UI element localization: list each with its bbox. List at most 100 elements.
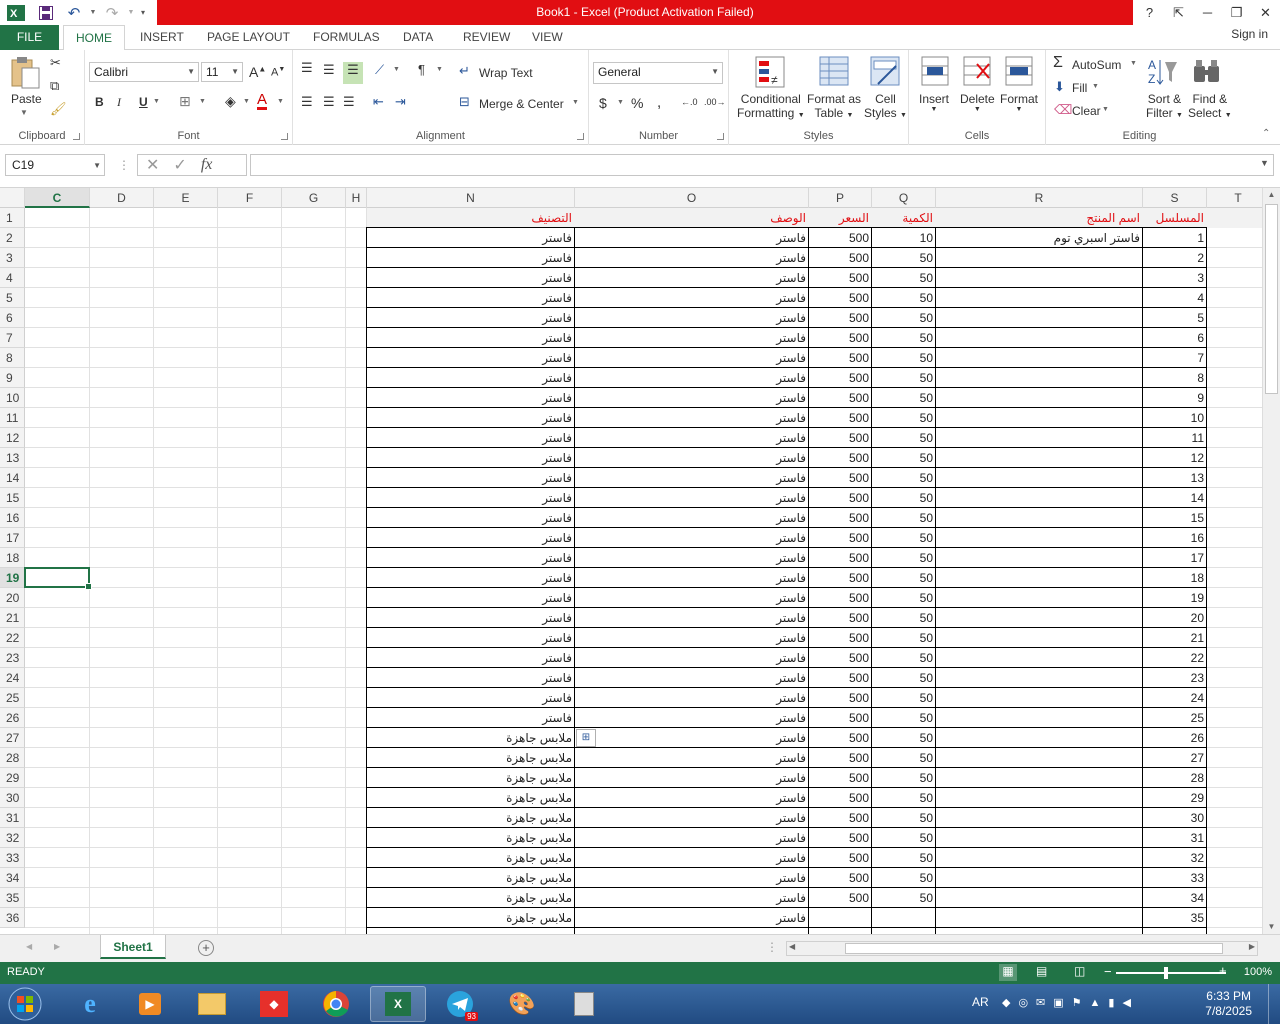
tab-insert[interactable]: INSERT	[140, 25, 184, 50]
save-icon[interactable]	[32, 0, 60, 25]
quantity-cell[interactable]: 50	[872, 248, 935, 268]
increase-decimal-icon[interactable]: ←.0	[681, 97, 698, 107]
fill-dropdown-icon[interactable]: ▼	[1092, 83, 1099, 90]
serial-cell[interactable]: 18	[1143, 568, 1206, 588]
serial-cell[interactable]: 30	[1143, 808, 1206, 828]
font-name-select[interactable]: Calibri ▼	[89, 62, 199, 82]
description-cell[interactable]: فاستر	[575, 408, 808, 428]
description-cell[interactable]: فاستر	[575, 448, 808, 468]
price-cell[interactable]: 500	[809, 348, 871, 368]
price-cell[interactable]: 500	[809, 448, 871, 468]
table-header-cell[interactable]: اسم المنتج	[936, 208, 1142, 228]
price-cell[interactable]: 500	[809, 748, 871, 768]
description-cell[interactable]: فاستر	[575, 368, 808, 388]
italic-button[interactable]: I	[117, 95, 121, 110]
description-cell[interactable]: فاستر	[575, 228, 808, 248]
taskbar-explorer[interactable]	[184, 986, 240, 1022]
row-header[interactable]: 17	[0, 528, 25, 548]
zoom-slider-handle[interactable]	[1164, 967, 1168, 979]
format-as-table-button[interactable]: Format as Table ▼	[807, 92, 861, 120]
autosum-dropdown-icon[interactable]: ▼	[1130, 60, 1137, 67]
row-header[interactable]: 14	[0, 468, 25, 488]
description-cell[interactable]: فاستر	[575, 568, 808, 588]
category-cell[interactable]: فاستر	[367, 328, 574, 348]
description-cell[interactable]: فاستر	[575, 508, 808, 528]
cancel-entry-icon[interactable]: ✕	[146, 155, 159, 175]
cell-styles-button[interactable]: Cell Styles ▼	[864, 92, 907, 120]
description-cell[interactable]: فاستر	[575, 728, 808, 748]
category-cell[interactable]: فاستر	[367, 308, 574, 328]
category-cell[interactable]: فاستر	[367, 668, 574, 688]
tab-data[interactable]: DATA	[403, 25, 433, 50]
find-select-button[interactable]: Find & Select ▼	[1188, 92, 1232, 120]
price-cell[interactable]: 500	[809, 888, 871, 908]
row-header[interactable]: 1	[0, 208, 25, 228]
price-cell[interactable]: 500	[809, 848, 871, 868]
price-cell[interactable]: 500	[809, 808, 871, 828]
column-header-n[interactable]: N	[367, 188, 575, 208]
row-header[interactable]: 36	[0, 908, 25, 928]
row-header[interactable]: 21	[0, 608, 25, 628]
price-cell[interactable]: 500	[809, 228, 871, 248]
category-cell[interactable]: ملابس جاهزة	[367, 808, 574, 828]
comma-button[interactable]: ,	[657, 94, 661, 111]
category-cell[interactable]: فاستر	[367, 228, 574, 248]
close-button[interactable]: ✕	[1251, 0, 1280, 25]
column-header-q[interactable]: Q	[872, 188, 936, 208]
align-middle-icon[interactable]: ☰	[323, 62, 335, 78]
orientation-dropdown-icon[interactable]: ▼	[393, 66, 400, 73]
category-cell[interactable]: ملابس جاهزة	[367, 768, 574, 788]
serial-cell[interactable]: 9	[1143, 388, 1206, 408]
tab-split-grip-icon[interactable]: ⋮	[766, 940, 778, 954]
category-cell[interactable]: فاستر	[367, 248, 574, 268]
row-header[interactable]: 4	[0, 268, 25, 288]
quantity-cell[interactable]: 50	[872, 588, 935, 608]
row-header[interactable]: 3	[0, 248, 25, 268]
row-header[interactable]: 19	[0, 568, 25, 588]
price-cell[interactable]: 500	[809, 408, 871, 428]
description-cell[interactable]: فاستر	[575, 388, 808, 408]
category-cell[interactable]: ملابس جاهزة	[367, 888, 574, 908]
minimize-button[interactable]: ─	[1193, 0, 1222, 25]
row-header[interactable]: 16	[0, 508, 25, 528]
vertical-scrollbar[interactable]: ▲ ▼	[1262, 188, 1280, 934]
serial-cell[interactable]: 32	[1143, 848, 1206, 868]
quantity-cell[interactable]: 50	[872, 488, 935, 508]
row-header[interactable]: 7	[0, 328, 25, 348]
serial-cell[interactable]: 21	[1143, 628, 1206, 648]
redo-icon[interactable]: ↷	[98, 0, 126, 25]
serial-cell[interactable]: 6	[1143, 328, 1206, 348]
serial-cell[interactable]: 1	[1143, 228, 1206, 248]
orientation-icon[interactable]: ⟋	[375, 62, 384, 78]
column-header-p[interactable]: P	[809, 188, 872, 208]
formula-input[interactable]	[250, 154, 1274, 176]
active-cell-selection[interactable]	[24, 567, 92, 590]
price-cell[interactable]: 500	[809, 548, 871, 568]
row-header[interactable]: 22	[0, 628, 25, 648]
sheet-tab-sheet1[interactable]: Sheet1	[100, 935, 166, 959]
description-cell[interactable]: فاستر	[575, 248, 808, 268]
price-cell[interactable]: 500	[809, 268, 871, 288]
price-cell[interactable]: 500	[809, 248, 871, 268]
serial-cell[interactable]: 26	[1143, 728, 1206, 748]
select-all-corner[interactable]	[0, 188, 25, 208]
description-cell[interactable]: فاستر	[575, 888, 808, 908]
price-cell[interactable]: 500	[809, 688, 871, 708]
row-header[interactable]: 28	[0, 748, 25, 768]
taskbar-calculator[interactable]	[556, 986, 612, 1022]
category-cell[interactable]: فاستر	[367, 548, 574, 568]
paste-options-icon[interactable]: ⊞	[576, 729, 596, 747]
undo-icon[interactable]: ↶	[60, 0, 88, 25]
price-cell[interactable]: 500	[809, 628, 871, 648]
category-cell[interactable]: فاستر	[367, 628, 574, 648]
description-cell[interactable]: فاستر	[575, 788, 808, 808]
underline-button[interactable]: U	[139, 95, 148, 109]
clipboard-launcher-icon[interactable]	[73, 133, 80, 140]
price-cell[interactable]: 500	[809, 388, 871, 408]
font-launcher-icon[interactable]	[281, 133, 288, 140]
taskbar-telegram[interactable]: 93	[432, 986, 488, 1022]
price-cell[interactable]: 500	[809, 788, 871, 808]
column-header-f[interactable]: F	[218, 188, 282, 208]
serial-cell[interactable]: 33	[1143, 868, 1206, 888]
row-header[interactable]: 5	[0, 288, 25, 308]
